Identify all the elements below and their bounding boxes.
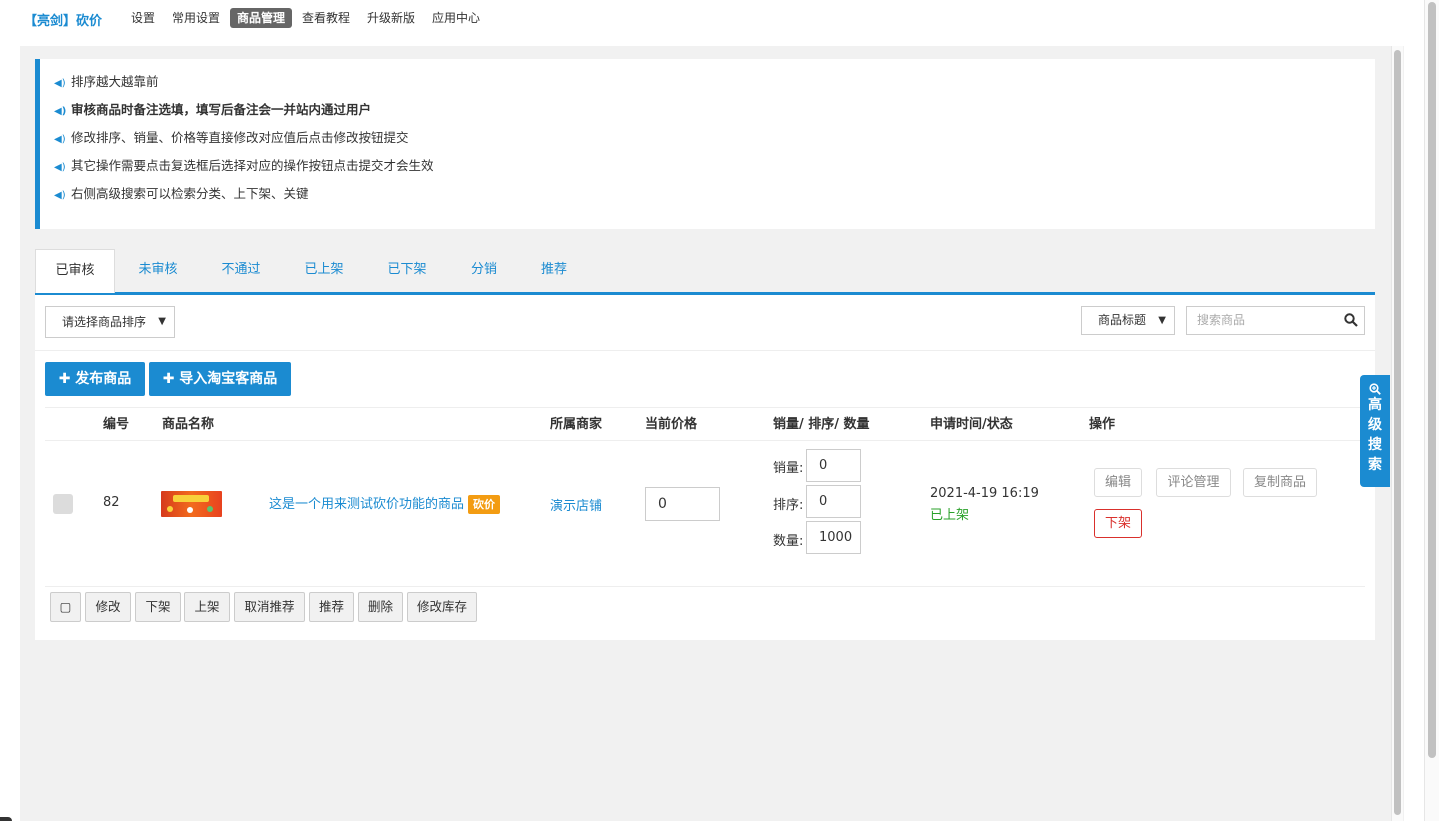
tip-item: ◀) 排序越大越靠前 xyxy=(54,73,159,91)
sort-input[interactable]: 0 xyxy=(806,485,861,518)
table-row: 82 这是一个用来测试砍价功能的商品 砍价 演示店铺 0 销量: 0 排序: 0 … xyxy=(45,441,1365,587)
tab-distribution[interactable]: 分销 xyxy=(455,249,513,293)
thumbnail-decor xyxy=(207,506,213,512)
merchant-link[interactable]: 演示店铺 xyxy=(550,495,602,514)
nav-settings[interactable]: 设置 xyxy=(124,8,162,28)
thumbnail-banner xyxy=(173,495,209,502)
goods-name-link[interactable]: 这是一个用来测试砍价功能的商品 xyxy=(269,497,464,512)
sort-select[interactable]: 请选择商品排序 ▼ xyxy=(45,306,175,338)
tip-text: 修改排序、销量、价格等直接修改对应值后点击修改按钮提交 xyxy=(71,130,409,145)
select-all-checkbox[interactable]: ▢ xyxy=(50,592,81,622)
import-taobao-button[interactable]: ✚ 导入淘宝客商品 xyxy=(149,362,291,396)
bargain-badge: 砍价 xyxy=(468,495,501,514)
filter-toolbar: 请选择商品排序 ▼ 商品标题 ▼ 搜索商品 xyxy=(35,295,1375,351)
sort-select-value: 请选择商品排序 xyxy=(62,315,147,329)
col-id: 编号 xyxy=(103,417,130,432)
speaker-icon: ◀) xyxy=(54,162,66,173)
advanced-search-toggle[interactable]: 高级搜索 xyxy=(1360,375,1390,487)
top-nav: 【亮剑】砍价 设置 常用设置 商品管理 查看教程 升级新版 应用中心 xyxy=(0,0,1424,40)
take-down-button[interactable]: 下架 xyxy=(1094,509,1142,538)
col-time-status: 申请时间/状态 xyxy=(930,417,1013,432)
col-price: 当前价格 xyxy=(645,417,698,432)
search-placeholder: 搜索商品 xyxy=(1197,313,1246,327)
col-ops: 操作 xyxy=(1089,417,1116,432)
tab-approved[interactable]: 已审核 xyxy=(35,249,115,293)
goods-id: 82 xyxy=(103,495,120,510)
publish-goods-button[interactable]: ✚ 发布商品 xyxy=(45,362,145,396)
comment-manage-button[interactable]: 评论管理 xyxy=(1156,468,1231,497)
tip-text: 审核商品时备注选填，填写后备注会一并站内通过用户 xyxy=(71,102,372,117)
copy-goods-button[interactable]: 复制商品 xyxy=(1243,468,1317,497)
tip-text: 其它操作需要点击复选框后选择对应的操作按钮点击提交才会生效 xyxy=(71,158,434,173)
status-text: 已上架 xyxy=(930,508,970,523)
col-name: 商品名称 xyxy=(162,417,215,432)
tip-item: ◀) 其它操作需要点击复选框后选择对应的操作按钮点击提交才会生效 xyxy=(54,157,434,175)
window-corner xyxy=(0,817,12,821)
nav-upgrade[interactable]: 升级新版 xyxy=(360,8,422,28)
bulk-put-on-button[interactable]: 上架 xyxy=(184,592,230,622)
nav-tutorial[interactable]: 查看教程 xyxy=(295,8,357,28)
tips-panel: ◀) 排序越大越靠前 ◀) 审核商品时备注选填，填写后备注会一并站内通过用户 ◀) 修… xyxy=(35,59,1375,229)
chevron-down-icon: ▼ xyxy=(158,316,166,327)
bulk-recommend-button[interactable]: 推荐 xyxy=(309,592,354,622)
content-scrollbar[interactable] xyxy=(1391,46,1403,821)
speaker-icon: ◀) xyxy=(54,190,66,201)
bulk-modify-button[interactable]: 修改 xyxy=(85,592,131,622)
advanced-search-label: 高级搜索 xyxy=(1368,397,1382,473)
tip-text: 右侧高级搜索可以检索分类、上下架、关键 xyxy=(71,186,309,201)
tab-pending[interactable]: 未审核 xyxy=(123,249,193,293)
page-scrollbar[interactable] xyxy=(1424,0,1439,821)
speaker-icon: ◀) xyxy=(54,106,67,117)
table-header: 编号 商品名称 所属商家 当前价格 销量/ 排序/ 数量 申请时间/状态 操作 xyxy=(45,407,1365,441)
thumbnail-decor xyxy=(167,506,173,512)
goods-name-cell: 这是一个用来测试砍价功能的商品 砍价 xyxy=(269,493,501,514)
sort-label: 排序: xyxy=(773,498,804,513)
nav-app-center[interactable]: 应用中心 xyxy=(425,8,487,28)
quantity-label: 数量: xyxy=(773,534,804,549)
app-brand[interactable]: 【亮剑】砍价 xyxy=(24,10,102,29)
chevron-down-icon: ▼ xyxy=(1158,315,1166,326)
page-scroll-thumb[interactable] xyxy=(1428,2,1436,758)
col-merchant: 所属商家 xyxy=(550,417,603,432)
thumbnail-decor xyxy=(187,507,193,513)
price-input[interactable]: 0 xyxy=(645,487,720,521)
search-field-select[interactable]: 商品标题 ▼ xyxy=(1081,306,1175,335)
quantity-input[interactable]: 1000 xyxy=(806,521,861,554)
tip-item: ◀) 右侧高级搜索可以检索分类、上下架、关键 xyxy=(54,185,309,203)
bulk-delete-button[interactable]: 删除 xyxy=(358,592,403,622)
tab-on-shelf[interactable]: 已上架 xyxy=(289,249,359,293)
sales-label: 销量: xyxy=(773,461,804,476)
edit-button[interactable]: 编辑 xyxy=(1094,468,1142,497)
zoom-in-icon xyxy=(1369,383,1381,395)
speaker-icon: ◀) xyxy=(54,78,66,89)
tip-item: ◀) 修改排序、销量、价格等直接修改对应值后点击修改按钮提交 xyxy=(54,129,409,147)
nav-goods-management[interactable]: 商品管理 xyxy=(230,8,293,28)
search-field-value: 商品标题 xyxy=(1098,313,1147,327)
tabs-bar: 已审核 未审核 不通过 已上架 已下架 分销 推荐 xyxy=(35,249,1375,295)
tab-recommend[interactable]: 推荐 xyxy=(527,249,581,293)
goods-panel: 已审核 未审核 不通过 已上架 已下架 分销 推荐 请选择商品排序 ▼ 商品标题 ▼… xyxy=(35,249,1375,640)
sales-input[interactable]: 0 xyxy=(806,449,861,482)
tip-text: 排序越大越靠前 xyxy=(71,74,159,89)
col-stats: 销量/ 排序/ 数量 xyxy=(773,417,870,432)
bulk-cancel-recommend-button[interactable]: 取消推荐 xyxy=(234,592,305,622)
content-scroll-thumb[interactable] xyxy=(1394,50,1401,815)
goods-thumbnail[interactable] xyxy=(161,491,222,517)
nav-common-settings[interactable]: 常用设置 xyxy=(165,8,227,28)
search-icon[interactable] xyxy=(1344,313,1358,327)
bulk-modify-stock-button[interactable]: 修改库存 xyxy=(407,592,477,622)
speaker-icon: ◀) xyxy=(54,134,66,145)
row-checkbox[interactable] xyxy=(53,494,73,514)
tab-off-shelf[interactable]: 已下架 xyxy=(372,249,442,293)
bulk-take-down-button[interactable]: 下架 xyxy=(135,592,181,622)
tip-item: ◀) 审核商品时备注选填，填写后备注会一并站内通过用户 xyxy=(54,101,371,119)
apply-time: 2021-4-19 16:19 xyxy=(930,486,1039,501)
search-input[interactable]: 搜索商品 xyxy=(1186,306,1365,335)
tab-rejected[interactable]: 不通过 xyxy=(206,249,276,293)
